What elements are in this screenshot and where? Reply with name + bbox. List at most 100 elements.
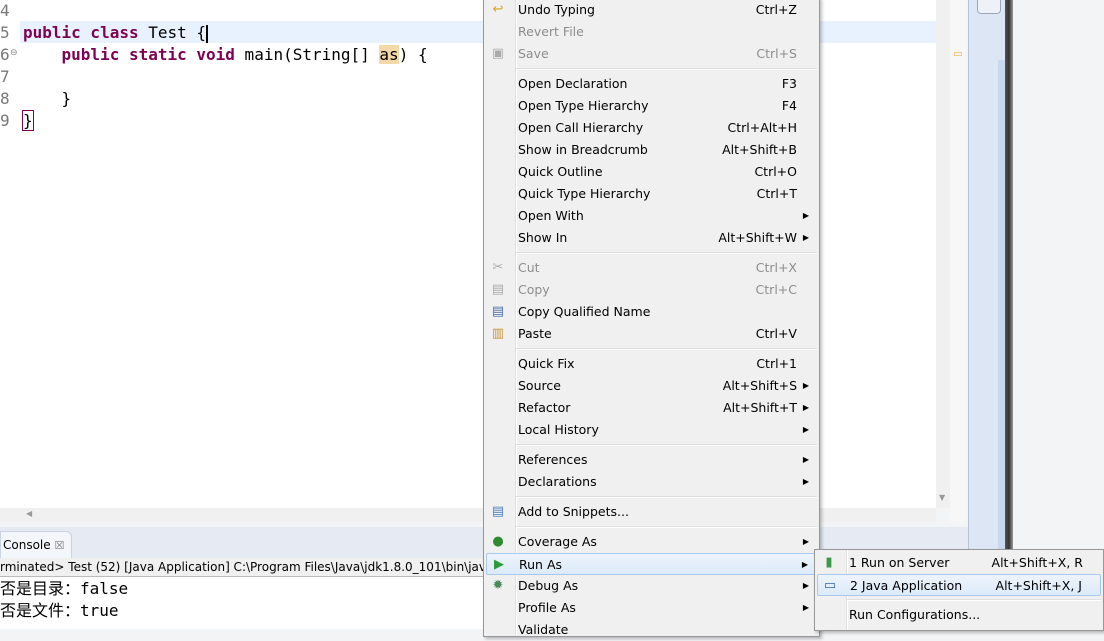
menu-item-references[interactable]: References ▶	[486, 449, 817, 471]
menu-item-validate[interactable]: Validate	[486, 619, 817, 641]
submenu-arrow-icon: ▶	[802, 211, 809, 220]
cut-icon: ✂	[492, 260, 504, 275]
menu-item-run-as[interactable]: ▶ Run As ▶	[486, 553, 817, 575]
submenu-arrow-icon: ▶	[802, 381, 809, 390]
menu-separator	[516, 444, 817, 446]
menu-separator	[847, 599, 1101, 601]
coverage-icon: ●	[492, 534, 504, 549]
menu-item-2-java-application[interactable]: ▭ 2 Java Application Alt+Shift+X, J	[817, 574, 1101, 596]
menu-item-quick-type-hierarchy[interactable]: Quick Type Hierarchy Ctrl+T	[486, 183, 817, 205]
menu-item-declarations[interactable]: Declarations ▶	[486, 471, 817, 493]
menu-item-open-with[interactable]: Open With ▶	[486, 205, 817, 227]
outline-view-icon[interactable]	[977, 0, 1001, 14]
scroll-left-icon[interactable]: ◀	[26, 509, 32, 518]
paste-icon: ▥	[491, 326, 505, 341]
occurrence-marker[interactable]	[954, 52, 962, 56]
menu-item-label: Open Call Hierarchy	[518, 120, 644, 135]
menu-item-label: Declarations	[518, 474, 597, 489]
menu-item-show-in-breadcrumb[interactable]: Show in Breadcrumb Alt+Shift+B	[486, 139, 817, 161]
menu-item-label: Undo Typing	[518, 2, 595, 17]
text-cursor	[206, 24, 209, 43]
vertical-scrollbar[interactable]: ▼	[936, 0, 950, 508]
menu-item-profile-as[interactable]: Profile As ▶	[486, 597, 817, 619]
menu-item-source[interactable]: Source Alt+Shift+S ▶	[486, 375, 817, 397]
menu-item-label: Run As	[519, 557, 563, 572]
menu-item-label: Paste	[518, 326, 552, 341]
menu-item-label: Debug As	[518, 578, 579, 593]
menu-item-shortcut: Ctrl+Z	[755, 2, 797, 17]
menu-item-label: Add to Snippets...	[518, 504, 629, 519]
code-text: Test {	[138, 23, 207, 42]
menu-item-refactor[interactable]: Refactor Alt+Shift+T ▶	[486, 397, 817, 419]
menu-item-copy[interactable]: ▤ Copy Ctrl+C	[486, 279, 817, 301]
menu-separator	[516, 68, 817, 70]
menu-item-add-to-snippets[interactable]: ▤ Add to Snippets...	[486, 501, 817, 523]
menu-item-label: Quick Fix	[518, 356, 575, 371]
submenu-arrow-icon: ▶	[802, 403, 809, 412]
menu-item-shortcut: Ctrl+Alt+H	[727, 120, 797, 135]
line-number: 4	[0, 1, 10, 20]
menu-item-label: Local History	[518, 422, 599, 437]
menu-item-revert-file[interactable]: Revert File	[486, 21, 817, 43]
menu-item-coverage-as[interactable]: ● Coverage As ▶	[486, 531, 817, 553]
menu-item-shortcut: Alt+Shift+W	[718, 230, 797, 245]
right-trim-panel	[968, 0, 1006, 629]
scroll-down-icon[interactable]: ▼	[939, 493, 945, 502]
menu-item-shortcut: Ctrl+S	[756, 46, 797, 61]
menu-item-label: Open Type Hierarchy	[518, 98, 649, 113]
code-line: public class Test {	[23, 22, 209, 44]
run-as-submenu: ▮ 1 Run on Server Alt+Shift+X, R ▭ 2 Java Ap…	[814, 549, 1104, 631]
menu-item-label: 2 Java Application	[850, 578, 963, 593]
line-number: 8	[0, 89, 10, 108]
menu-separator	[516, 496, 817, 498]
menu-item-show-in[interactable]: Show In Alt+Shift+W ▶	[486, 227, 817, 249]
menu-item-label: Cut	[518, 260, 540, 275]
menu-item-open-declaration[interactable]: Open Declaration F3	[486, 73, 817, 95]
debug-icon: ✹	[492, 578, 504, 593]
menu-item-label: Profile As	[518, 600, 576, 615]
fold-icon[interactable]: ⊖	[10, 48, 18, 58]
menu-item-debug-as[interactable]: ✹ Debug As ▶	[486, 575, 817, 597]
menu-item-label: Coverage As	[518, 534, 597, 549]
menu-item-cut[interactable]: ✂ Cut Ctrl+X	[486, 257, 817, 279]
panel-scrollbar[interactable]	[998, 60, 1005, 629]
menu-item-shortcut: Ctrl+T	[756, 186, 797, 201]
code-text: ) {	[398, 45, 428, 64]
code-text: }	[22, 110, 34, 131]
menu-item-open-call-hierarchy[interactable]: Open Call Hierarchy Ctrl+Alt+H	[486, 117, 817, 139]
menu-item-label: Copy	[518, 282, 550, 297]
menu-item-undo-typing[interactable]: ↩ Undo Typing Ctrl+Z	[486, 0, 817, 21]
menu-item-paste[interactable]: ▥ Paste Ctrl+V	[486, 323, 817, 345]
menu-item-label: Save	[518, 46, 549, 61]
server-icon: ▮	[825, 555, 833, 570]
line-number: 9	[0, 111, 10, 130]
close-icon[interactable]: ☒	[54, 539, 64, 552]
menu-item-run-configurations[interactable]: Run Configurations...	[817, 604, 1101, 626]
submenu-arrow-icon: ▶	[802, 477, 809, 486]
submenu-arrow-icon: ▶	[802, 455, 809, 464]
copy-qualified-name-icon: ▤	[491, 304, 505, 319]
menu-item-shortcut: Ctrl+1	[756, 356, 797, 371]
menu-item-open-type-hierarchy[interactable]: Open Type Hierarchy F4	[486, 95, 817, 117]
line-number: 7	[0, 67, 10, 86]
console-line: 否是文件：true	[0, 601, 119, 620]
submenu-arrow-icon: ▶	[802, 233, 809, 242]
java-app-icon: ▭	[823, 578, 837, 593]
menu-item-shortcut: Alt+Shift+B	[722, 142, 797, 157]
menu-item-quick-outline[interactable]: Quick Outline Ctrl+O	[486, 161, 817, 183]
copy-icon: ▤	[491, 282, 505, 297]
menu-item-shortcut: Alt+Shift+S	[722, 378, 797, 393]
menu-item-label: Revert File	[518, 24, 584, 39]
menu-separator	[516, 526, 817, 528]
menu-item-quick-fix[interactable]: Quick Fix Ctrl+1	[486, 353, 817, 375]
run-icon: ▶	[494, 557, 504, 572]
menu-item-copy-qualified-name[interactable]: ▤ Copy Qualified Name	[486, 301, 817, 323]
menu-item-local-history[interactable]: Local History ▶	[486, 419, 817, 441]
menu-separator	[516, 252, 817, 254]
context-menu: ↩ Undo Typing Ctrl+Z Revert File ▣ Save Ctrl+S…	[483, 0, 820, 637]
console-tab[interactable]: Console ☒	[0, 531, 72, 558]
menu-item-save[interactable]: ▣ Save Ctrl+S	[486, 43, 817, 65]
highlighted-occurrence: as	[379, 45, 399, 64]
menu-item-1-run-on-server[interactable]: ▮ 1 Run on Server Alt+Shift+X, R	[817, 552, 1101, 574]
code-text: main(String[]	[234, 45, 380, 64]
